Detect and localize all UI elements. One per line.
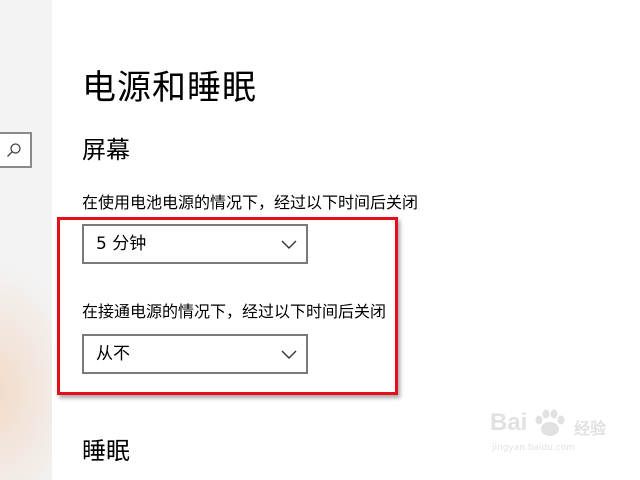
chevron-down-icon [281,350,297,359]
sidebar-background-glow [0,260,52,480]
battery-screen-off-label: 在使用电池电源的情况下，经过以下时间后关闭 [82,193,419,212]
watermark-brand-suffix: 经验 [574,419,607,438]
baidu-jingyan-watermark: Bai 经验 jingyan.baidu.com [490,405,610,465]
watermark-url: jingyan.baidu.com [492,443,576,453]
plugged-in-screen-off-dropdown[interactable]: 从不 [82,334,308,374]
chevron-down-icon [281,240,297,249]
paw-icon [535,409,565,436]
section-title-screen: 屏幕 [82,136,130,164]
plugged-in-screen-off-value: 从不 [96,344,130,364]
watermark-brand-prefix: Bai [490,409,528,436]
search-icon [7,143,21,157]
sidebar [0,0,52,480]
section-title-sleep: 睡眠 [82,437,130,465]
search-box[interactable] [0,132,32,168]
battery-screen-off-dropdown[interactable]: 5 分钟 [82,224,308,264]
plugged-in-screen-off-label: 在接通电源的情况下，经过以下时间后关闭 [82,302,387,321]
battery-screen-off-value: 5 分钟 [96,234,147,254]
page-title: 电源和睡眠 [82,68,257,108]
